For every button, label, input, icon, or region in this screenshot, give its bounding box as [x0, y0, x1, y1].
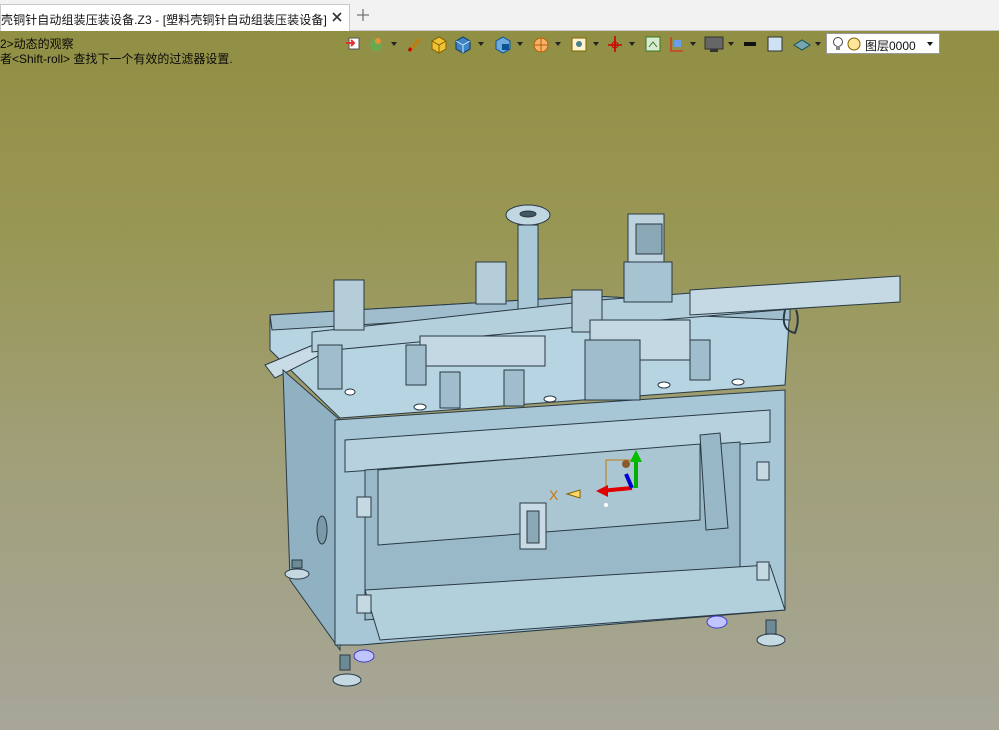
plus-icon[interactable]	[356, 8, 370, 22]
document-tab-title: 壳铜针自动组装压装设备.Z3 - [塑料壳铜针自动组装压装设备]	[1, 13, 327, 27]
x-axis-label: X	[549, 487, 559, 503]
close-icon[interactable]	[329, 9, 345, 25]
machine-model[interactable]	[0, 31, 999, 730]
document-tab[interactable]: 壳铜针自动组装压装设备.Z3 - [塑料壳铜针自动组装压装设备]	[0, 4, 350, 31]
3d-viewport[interactable]: 2>动态的观察 者<Shift-roll> 查找下一个有效的过滤器设置. 图层0…	[0, 31, 999, 730]
document-tab-strip: 壳铜针自动组装压装设备.Z3 - [塑料壳铜针自动组装压装设备]	[0, 0, 999, 31]
